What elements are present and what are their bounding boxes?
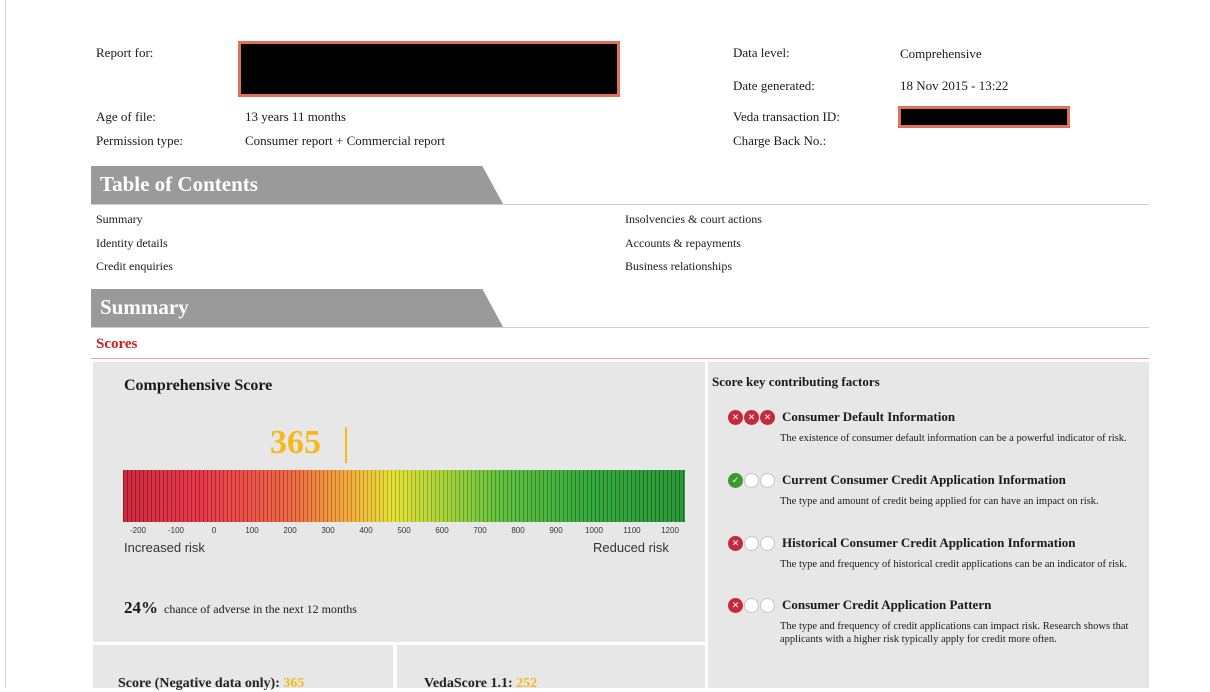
increased-risk-label: Increased risk: [124, 540, 205, 555]
factor-description: The type and amount of credit being appl…: [780, 496, 1099, 507]
toc-divider: [91, 204, 1149, 205]
score-title: Comprehensive Score: [124, 377, 273, 394]
score-tick-label: 1200: [661, 526, 679, 535]
red-x-icon: ✕: [728, 410, 743, 425]
redacted-transaction-id: [898, 106, 1070, 128]
empty-rating-icon: [744, 473, 759, 488]
empty-rating-icon: [760, 473, 775, 488]
score-tick-label: 200: [283, 526, 297, 535]
score-tick-label: 600: [435, 526, 449, 535]
score-tick-label: 900: [549, 526, 563, 535]
age-of-file-value: 13 years 11 months: [245, 109, 346, 124]
empty-rating-icon: [744, 598, 759, 613]
score-tick-label: 800: [511, 526, 525, 535]
empty-rating-icon: [760, 536, 775, 551]
red-x-icon: ✕: [760, 410, 775, 425]
factor-rating-icons: ✕ ✕ ✕: [728, 410, 775, 425]
factor-rating-icons: ✕: [728, 536, 775, 551]
score-tick-label: 0: [211, 526, 217, 535]
score-tick-label: 1100: [623, 526, 641, 535]
charge-back-label: Charge Back No.:: [733, 133, 827, 148]
factor-title: Consumer Default Information: [782, 409, 956, 424]
factors-title: Score key contributing factors: [712, 374, 880, 389]
toc-link-enquiries[interactable]: Credit enquiries: [96, 259, 173, 274]
score-tick-label: 700: [473, 526, 487, 535]
age-of-file-label: Age of file:: [96, 109, 156, 124]
negative-score-text: Score (Negative data only):: [118, 676, 280, 691]
date-generated-value: 18 Nov 2015 - 13:22: [900, 78, 1009, 93]
report-for-label: Report for:: [96, 45, 154, 60]
toc-link-identity[interactable]: Identity details: [96, 236, 168, 251]
empty-rating-icon: [744, 536, 759, 551]
factor-rating-icons: ✕: [728, 598, 775, 613]
score-tick-label: 500: [397, 526, 411, 535]
score-tick-label: 400: [359, 526, 373, 535]
red-x-icon: ✕: [744, 410, 759, 425]
green-check-icon: ✓: [728, 473, 743, 488]
toc-link-business[interactable]: Business relationships: [625, 259, 732, 274]
factor-title: Current Consumer Credit Application Info…: [782, 472, 1066, 487]
red-x-icon: ✕: [728, 598, 743, 613]
toc-link-summary[interactable]: Summary: [96, 212, 143, 227]
data-level-value: Comprehensive: [900, 46, 982, 61]
factor-description: The type and frequency of historical cre…: [780, 559, 1127, 570]
score-tick-label: 100: [245, 526, 259, 535]
permission-type-label: Permission type:: [96, 133, 184, 148]
data-level-label: Data level:: [733, 45, 790, 60]
vedascore-label: VedaScore 1.1: 252: [424, 676, 537, 692]
vedascore-text: VedaScore 1.1:: [424, 676, 513, 691]
factor-title: Consumer Credit Application Pattern: [782, 597, 992, 612]
veda-transaction-label: Veda transaction ID:: [733, 109, 840, 124]
reduced-risk-label: Reduced risk: [593, 540, 669, 555]
score-marker: [345, 427, 347, 463]
scores-underline: [91, 358, 1149, 359]
score-tick-label: -100: [167, 526, 185, 535]
factor-title: Historical Consumer Credit Application I…: [782, 535, 1076, 550]
redacted-name-block: [238, 41, 620, 97]
adverse-chance-percent: 24%: [124, 598, 158, 617]
toc-link-insolvencies[interactable]: Insolvencies & court actions: [625, 212, 762, 227]
toc-header-tab: Table of Contents: [91, 166, 503, 204]
negative-score-value: 365: [283, 676, 305, 691]
red-x-icon: ✕: [728, 536, 743, 551]
date-generated-label: Date generated:: [733, 78, 815, 93]
summary-header-tab: Summary: [91, 289, 503, 327]
permission-type-value: Consumer report + Commercial report: [245, 133, 446, 148]
adverse-chance-text: chance of adverse in the next 12 months: [164, 602, 357, 616]
vedascore-value: 252: [516, 676, 538, 691]
score-tick-label: 1000: [585, 526, 603, 535]
factor-rating-icons: ✓: [728, 473, 775, 488]
summary-divider: [91, 327, 1149, 328]
toc-link-accounts[interactable]: Accounts & repayments: [625, 236, 741, 251]
empty-rating-icon: [760, 598, 775, 613]
summary-title: Summary: [100, 295, 189, 319]
scores-heading: Scores: [96, 336, 138, 352]
adverse-chance: 24% chance of adverse in the next 12 mon…: [124, 598, 357, 618]
toc-title: Table of Contents: [100, 172, 258, 196]
score-gradient-bar: [123, 470, 685, 522]
score-tick-label: 300: [321, 526, 335, 535]
factor-description: The type and frequency of credit applica…: [780, 621, 1129, 645]
negative-score-label: Score (Negative data only): 365: [118, 676, 304, 692]
score-tick-label: -200: [129, 526, 147, 535]
score-value: 365: [270, 424, 321, 461]
factor-description: The existence of consumer default inform…: [780, 433, 1127, 444]
page-edge-rule: [5, 0, 6, 688]
